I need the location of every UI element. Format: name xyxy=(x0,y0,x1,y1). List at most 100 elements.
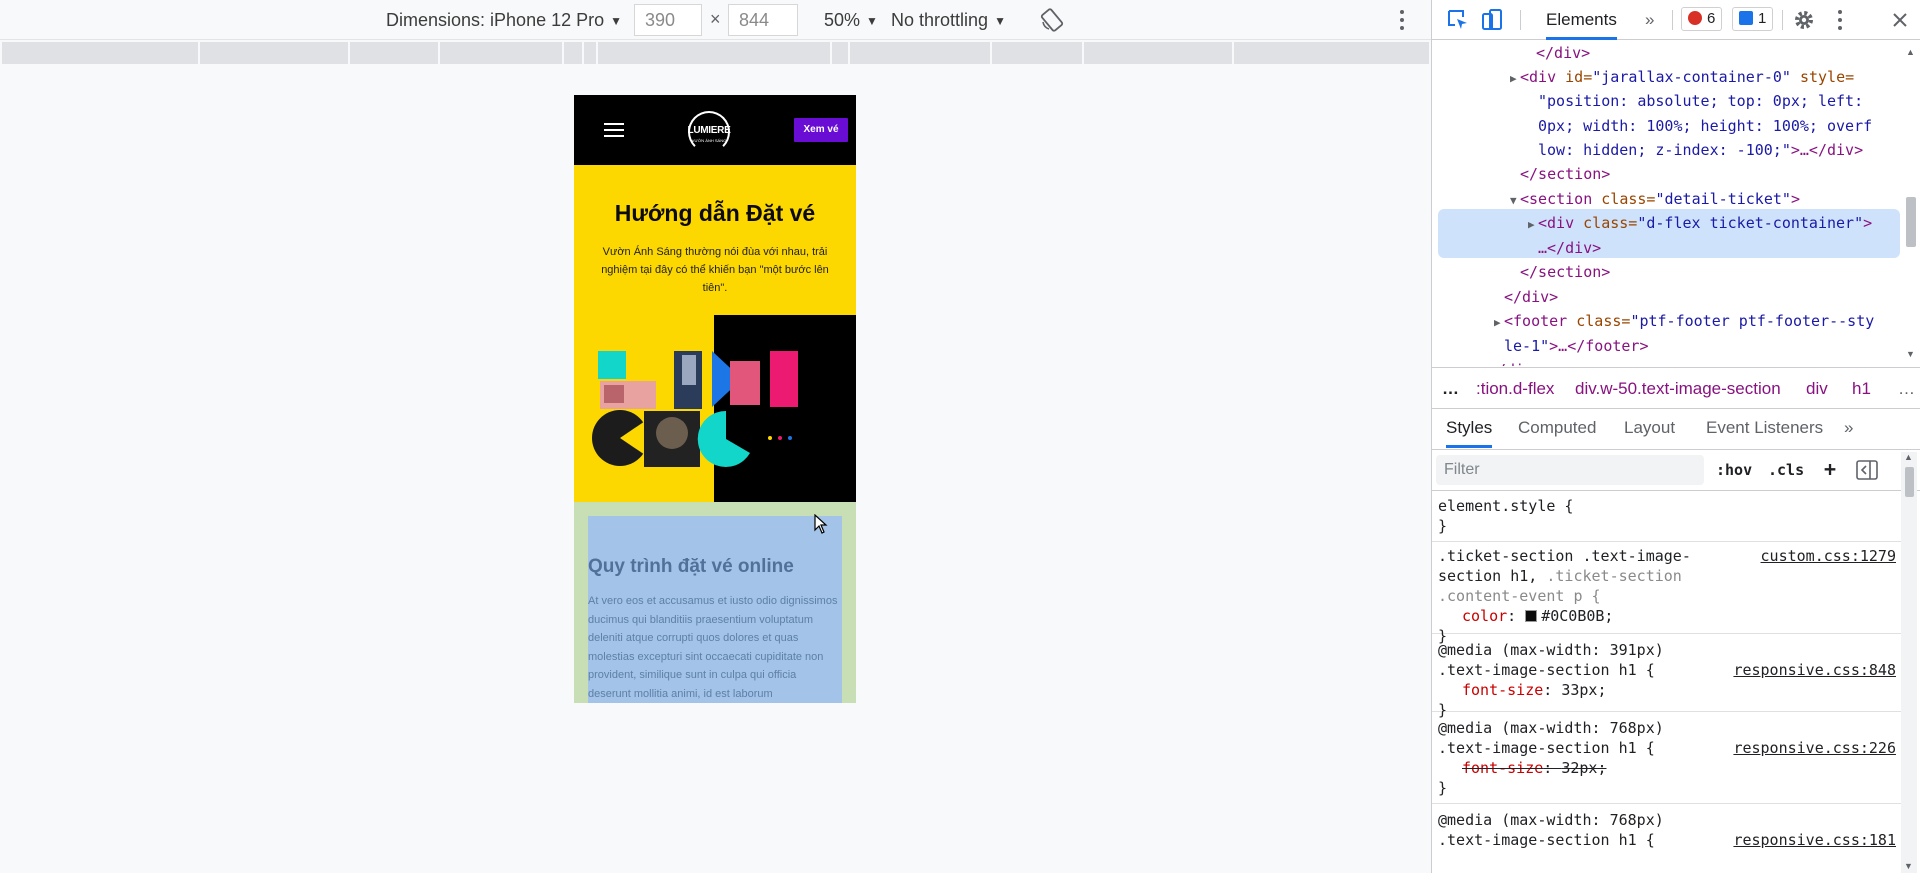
dom-scrollbar[interactable]: ▲ ▼ xyxy=(1902,41,1920,366)
dom-attr-value: 0px; width: 100%; height: 100%; overf xyxy=(1538,117,1873,135)
hero-description: Vườn Ánh Sáng thường nói đùa với nhau, t… xyxy=(601,246,829,294)
breadcrumb-overflow-left[interactable]: … xyxy=(1442,379,1459,399)
styles-pane: element.style { } .ticket-section .text-… xyxy=(1432,492,1902,873)
tab-layout[interactable]: Layout xyxy=(1624,418,1675,438)
dom-node[interactable]: </section> xyxy=(1520,260,1610,285)
device-dimensions-select[interactable]: Dimensions: iPhone 12 Pro ▼ xyxy=(386,8,622,33)
breadcrumb-item[interactable]: h1 xyxy=(1852,379,1871,399)
gear-icon[interactable] xyxy=(1792,8,1816,32)
breadcrumb-overflow-right[interactable]: … xyxy=(1898,379,1915,399)
media-query-ruler[interactable] xyxy=(2,42,1429,64)
rule-close: } xyxy=(1438,517,1448,535)
hero-artwork xyxy=(592,315,856,503)
message-icon xyxy=(1739,11,1753,25)
mouse-pointer-icon xyxy=(814,514,828,534)
breadcrumb-item[interactable]: div.w-50.text-image-section xyxy=(1575,379,1781,399)
more-tabs-icon[interactable]: » xyxy=(1645,10,1654,30)
device-toolbar: Dimensions: iPhone 12 Pro ▼ 390 × 844 50%… xyxy=(0,0,1431,40)
throttling-label: No throttling xyxy=(891,10,989,30)
height-input[interactable]: 844 xyxy=(728,4,798,36)
style-rule[interactable]: .ticket-section .text-image- section h1,… xyxy=(1432,542,1902,645)
breadcrumb-item[interactable]: :tion.d-flex xyxy=(1476,379,1554,399)
dom-attr-value: "position: absolute; top: 0px; left: xyxy=(1538,92,1864,110)
color-swatch-icon[interactable] xyxy=(1525,610,1538,622)
style-rule-element[interactable]: element.style { } xyxy=(1432,496,1902,542)
width-input[interactable]: 390 xyxy=(634,4,702,36)
dom-node[interactable]: </div> xyxy=(1536,41,1590,66)
tab-computed[interactable]: Computed xyxy=(1518,418,1596,438)
rule-selector: element.style { xyxy=(1438,497,1574,515)
dimensions-label: Dimensions: iPhone 12 Pro xyxy=(386,10,605,30)
more-options-icon[interactable] xyxy=(1396,8,1408,32)
caret-down-icon: ▼ xyxy=(994,14,1006,29)
close-icon[interactable] xyxy=(1888,8,1912,32)
styles-scrollbar[interactable]: ▲ ▼ xyxy=(1901,452,1917,873)
device-toggle-icon[interactable] xyxy=(1480,8,1504,32)
styles-filter-bar: Filter :hov .cls + xyxy=(1432,451,1920,491)
hover-state-toggle[interactable]: :hov xyxy=(1716,461,1752,479)
logo-subtext: VƯỜN ÁNH SÁNG xyxy=(691,138,727,143)
source-link[interactable]: responsive.css:226 xyxy=(1733,738,1896,758)
dom-node-close: …</div> xyxy=(1538,239,1602,257)
rotate-icon[interactable] xyxy=(1040,8,1064,32)
highlighted-text-section: Quy trình đặt vé online At vero eos et a… xyxy=(588,516,842,703)
hero-section: Hướng dẫn Đặt vé Vườn Ánh Sáng thường nó… xyxy=(574,165,856,503)
menu-icon[interactable] xyxy=(604,123,624,138)
devtools-panel: Elements » 6 1 </div> ▶ <div id="jarallax… xyxy=(1431,0,1920,873)
breadcrumb-item[interactable]: div xyxy=(1806,379,1828,399)
view-ticket-button[interactable]: Xem vé xyxy=(794,118,848,142)
devtools-more-icon[interactable] xyxy=(1834,8,1846,32)
dom-node[interactable]: ▶ <div id="jarallax-container-0" style= xyxy=(1510,65,1854,90)
site-logo[interactable]: LUMIERE VƯỜN ÁNH SÁNG xyxy=(684,111,734,153)
dom-node[interactable]: </section> xyxy=(1520,162,1610,187)
source-link[interactable]: responsive.css:848 xyxy=(1733,660,1896,680)
hero-title: Hướng dẫn Đặt vé xyxy=(614,200,816,226)
zoom-select[interactable]: 50% ▼ xyxy=(824,8,878,33)
collapse-triangle-icon[interactable]: ▼ xyxy=(1510,189,1517,214)
more-subtabs-icon[interactable]: » xyxy=(1844,418,1853,438)
expand-triangle-icon[interactable]: ▶ xyxy=(1510,67,1517,92)
rule-selector: section h1, .ticket-section xyxy=(1438,567,1682,585)
errors-badge[interactable]: 6 xyxy=(1681,7,1723,31)
media-query: @media (max-width: 391px) xyxy=(1438,641,1664,659)
styles-filter-input[interactable]: Filter xyxy=(1436,455,1704,485)
error-icon xyxy=(1688,11,1702,25)
dom-node[interactable]: ▼ <section class="detail-ticket"> xyxy=(1510,187,1800,212)
css-declaration[interactable]: font-size: 33px; xyxy=(1438,680,1896,700)
source-link[interactable]: custom.css:1279 xyxy=(1761,546,1896,566)
css-declaration-overridden[interactable]: font-size: 32px; xyxy=(1438,758,1896,778)
tab-event-listeners[interactable]: Event Listeners xyxy=(1706,418,1823,438)
mobile-viewport: LUMIERE VƯỜN ÁNH SÁNG Xem vé Hướng dẫn Đ… xyxy=(574,95,856,703)
devtools-tabbar: Elements » 6 1 xyxy=(1432,0,1920,40)
style-rule[interactable]: @media (max-width: 768px) .text-image-se… xyxy=(1432,804,1902,873)
style-rule[interactable]: @media (max-width: 768px) .text-image-se… xyxy=(1432,712,1902,804)
messages-badge[interactable]: 1 xyxy=(1732,7,1774,31)
source-link[interactable]: responsive.css:181 xyxy=(1733,830,1896,850)
selected-dom-node[interactable]: ▶ <div class="d-flex ticket-container"> xyxy=(1528,211,1872,236)
dom-node[interactable]: ▶ <footer class="ptf-footer ptf-footer--s… xyxy=(1494,309,1874,334)
dom-attr-value: le-1">…</footer> xyxy=(1504,337,1649,355)
rule-selector: .content-event p { xyxy=(1438,587,1601,605)
logo-text: LUMIERE xyxy=(687,125,731,136)
toggle-sidebar-icon[interactable] xyxy=(1856,460,1878,480)
media-query: @media (max-width: 768px) xyxy=(1438,811,1664,829)
throttling-select[interactable]: No throttling ▼ xyxy=(891,8,1006,33)
media-query: @media (max-width: 768px) xyxy=(1438,719,1664,737)
dom-node[interactable]: </div> xyxy=(1504,285,1558,310)
expand-triangle-icon[interactable]: ▶ xyxy=(1528,213,1535,238)
tab-styles[interactable]: Styles xyxy=(1446,418,1493,448)
breadcrumb: … :tion.d-flex div.w-50.text-image-secti… xyxy=(1432,367,1920,409)
dimension-separator: × xyxy=(710,9,721,29)
class-toggle[interactable]: .cls xyxy=(1768,461,1804,479)
dom-node[interactable]: </div> xyxy=(1488,358,1542,366)
tab-elements[interactable]: Elements xyxy=(1546,10,1617,40)
inspect-element-icon[interactable] xyxy=(1446,8,1470,32)
expand-triangle-icon[interactable]: ▶ xyxy=(1494,311,1501,336)
site-header: LUMIERE VƯỜN ÁNH SÁNG Xem vé xyxy=(574,95,856,165)
style-rule[interactable]: @media (max-width: 391px) .text-image-se… xyxy=(1432,634,1902,719)
booking-section-title: Quy trình đặt vé online xyxy=(588,556,794,577)
styles-tabbar: Styles Computed Layout Event Listeners » xyxy=(1432,410,1920,450)
booking-section-body: At vero eos et accusamus et iusto odio d… xyxy=(588,595,838,700)
new-style-rule-button[interactable]: + xyxy=(1824,457,1836,481)
css-declaration[interactable]: color: #0C0B0B; xyxy=(1438,606,1896,626)
